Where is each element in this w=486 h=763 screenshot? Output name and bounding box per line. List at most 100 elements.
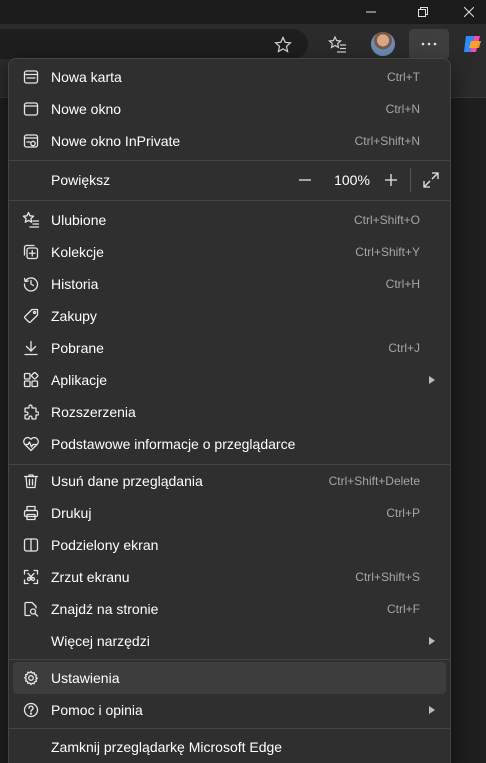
favorites-icon — [22, 211, 40, 229]
title-bar — [0, 0, 486, 24]
menu-item-shortcut: Ctrl+J — [388, 341, 420, 355]
add-favorite-star-icon[interactable] — [272, 34, 294, 56]
menu-item-downloads[interactable]: Pobrane Ctrl+J — [13, 332, 446, 364]
menu-item-label: Pomoc i opinia — [51, 702, 143, 718]
favorites-bar-icon[interactable] — [326, 33, 350, 57]
menu-item-label: Nowe okno — [51, 101, 122, 117]
menu-item-label: Nowa karta — [51, 69, 122, 85]
close-icon — [464, 7, 474, 17]
menu-item-label: Podzielony ekran — [51, 537, 159, 553]
menu-item-favorites[interactable]: Ulubione Ctrl+Shift+O — [13, 204, 446, 236]
menu-item-close-edge[interactable]: Zamknij przeglądarkę Microsoft Edge — [13, 731, 446, 763]
close-window-button[interactable] — [446, 0, 486, 24]
submenu-chevron-icon — [426, 704, 438, 716]
menu-item-print[interactable]: Drukuj Ctrl+P — [13, 497, 446, 529]
menu-item-label: Więcej narzędzi — [51, 633, 150, 649]
menu-item-apps[interactable]: Aplikacje — [13, 364, 446, 396]
zoom-label: Powiększ — [51, 172, 111, 188]
fullscreen-icon — [423, 172, 439, 188]
menu-item-shortcut: Ctrl+T — [387, 70, 420, 84]
plus-icon — [385, 174, 397, 186]
settings-gear-icon — [22, 669, 40, 687]
history-icon — [22, 275, 40, 293]
menu-item-shortcut: Ctrl+Shift+S — [355, 570, 420, 584]
menu-item-label: Znajdź na stronie — [51, 601, 159, 617]
menu-item-shortcut: Ctrl+P — [386, 506, 420, 520]
download-icon — [22, 339, 40, 357]
restore-icon — [418, 7, 428, 17]
print-icon — [22, 504, 40, 522]
settings-and-more-button[interactable] — [409, 29, 449, 59]
collections-icon — [22, 243, 40, 261]
menu-item-shortcut: Ctrl+F — [387, 602, 420, 616]
browser-essentials-icon — [22, 435, 40, 453]
zoom-divider — [410, 168, 411, 192]
new-window-icon — [22, 100, 40, 118]
menu-item-shortcut: Ctrl+N — [385, 102, 420, 116]
menu-item-settings[interactable]: Ustawienia — [13, 662, 446, 694]
menu-item-new-inprivate-window[interactable]: Nowe okno InPrivate Ctrl+Shift+N — [13, 125, 446, 157]
help-icon — [22, 701, 40, 719]
menu-item-shopping[interactable]: Zakupy — [13, 300, 446, 332]
minus-icon — [299, 179, 311, 181]
shopping-tag-icon — [22, 307, 40, 325]
menu-item-label: Ustawienia — [51, 670, 120, 686]
zoom-out-button[interactable] — [293, 168, 317, 192]
menu-item-label: Drukuj — [51, 505, 92, 521]
menu-divider — [9, 200, 450, 201]
menu-item-split-screen[interactable]: Podzielony ekran — [13, 529, 446, 561]
apps-icon — [22, 371, 40, 389]
minimize-icon — [366, 11, 376, 13]
address-bar[interactable] — [0, 29, 308, 59]
zoom-in-button[interactable] — [379, 168, 403, 192]
menu-item-more-tools[interactable]: Więcej narzędzi — [13, 625, 446, 657]
screenshot-icon — [22, 568, 40, 586]
settings-and-more-menu: Nowa karta Ctrl+T Nowe okno Ctrl+N Nowe … — [8, 58, 451, 763]
menu-item-help-and-feedback[interactable]: Pomoc i opinia — [13, 694, 446, 726]
menu-item-label: Nowe okno InPrivate — [51, 133, 181, 149]
minimize-button[interactable] — [348, 0, 394, 24]
menu-item-shortcut: Ctrl+H — [385, 277, 420, 291]
menu-item-extensions[interactable]: Rozszerzenia — [13, 396, 446, 428]
menu-item-label: Zakupy — [51, 308, 97, 324]
menu-item-shortcut: Ctrl+Shift+Y — [355, 245, 420, 259]
find-icon — [22, 600, 40, 618]
menu-item-label: Historia — [51, 276, 99, 292]
menu-item-new-tab[interactable]: Nowa karta Ctrl+T — [13, 61, 446, 93]
zoom-value: 100% — [334, 172, 370, 188]
new-tab-icon — [22, 68, 40, 86]
menu-item-history[interactable]: Historia Ctrl+H — [13, 268, 446, 300]
menu-item-label: Zamknij przeglądarkę Microsoft Edge — [51, 739, 283, 755]
inprivate-icon — [22, 132, 40, 150]
menu-item-label: Kolekcje — [51, 244, 104, 260]
fullscreen-button[interactable] — [419, 168, 443, 192]
trash-icon — [22, 472, 40, 490]
submenu-chevron-icon — [426, 374, 438, 386]
menu-divider — [9, 160, 450, 161]
menu-item-new-window[interactable]: Nowe okno Ctrl+N — [13, 93, 446, 125]
menu-item-shortcut: Ctrl+Shift+Delete — [328, 474, 420, 488]
split-screen-icon — [22, 536, 40, 554]
extensions-icon — [22, 403, 40, 421]
menu-divider — [9, 728, 450, 729]
menu-divider — [9, 659, 450, 660]
submenu-chevron-icon — [426, 635, 438, 647]
menu-item-clear-browsing-data[interactable]: Usuń dane przeglądania Ctrl+Shift+Delete — [13, 465, 446, 497]
menu-item-label: Ulubione — [51, 212, 107, 228]
menu-item-zoom: Powiększ 100% — [13, 164, 446, 196]
profile-avatar[interactable] — [371, 32, 395, 56]
zoom-controls: 100% — [293, 164, 443, 196]
menu-item-browser-essentials[interactable]: Podstawowe informacje o przeglądarce — [13, 428, 446, 460]
menu-item-collections[interactable]: Kolekcje Ctrl+Shift+Y — [13, 236, 446, 268]
copilot-icon[interactable] — [460, 32, 484, 56]
menu-item-label: Podstawowe informacje o przeglądarce — [51, 436, 296, 452]
more-dots-icon — [421, 42, 437, 46]
menu-item-label: Pobrane — [51, 340, 104, 356]
menu-item-find-on-page[interactable]: Znajdź na stronie Ctrl+F — [13, 593, 446, 625]
menu-item-label: Usuń dane przeglądania — [51, 473, 203, 489]
restore-button[interactable] — [400, 0, 446, 24]
menu-item-shortcut: Ctrl+Shift+O — [353, 213, 420, 227]
menu-item-label: Aplikacje — [51, 372, 108, 388]
menu-item-screenshot[interactable]: Zrzut ekranu Ctrl+Shift+S — [13, 561, 446, 593]
menu-item-label: Rozszerzenia — [51, 404, 136, 420]
